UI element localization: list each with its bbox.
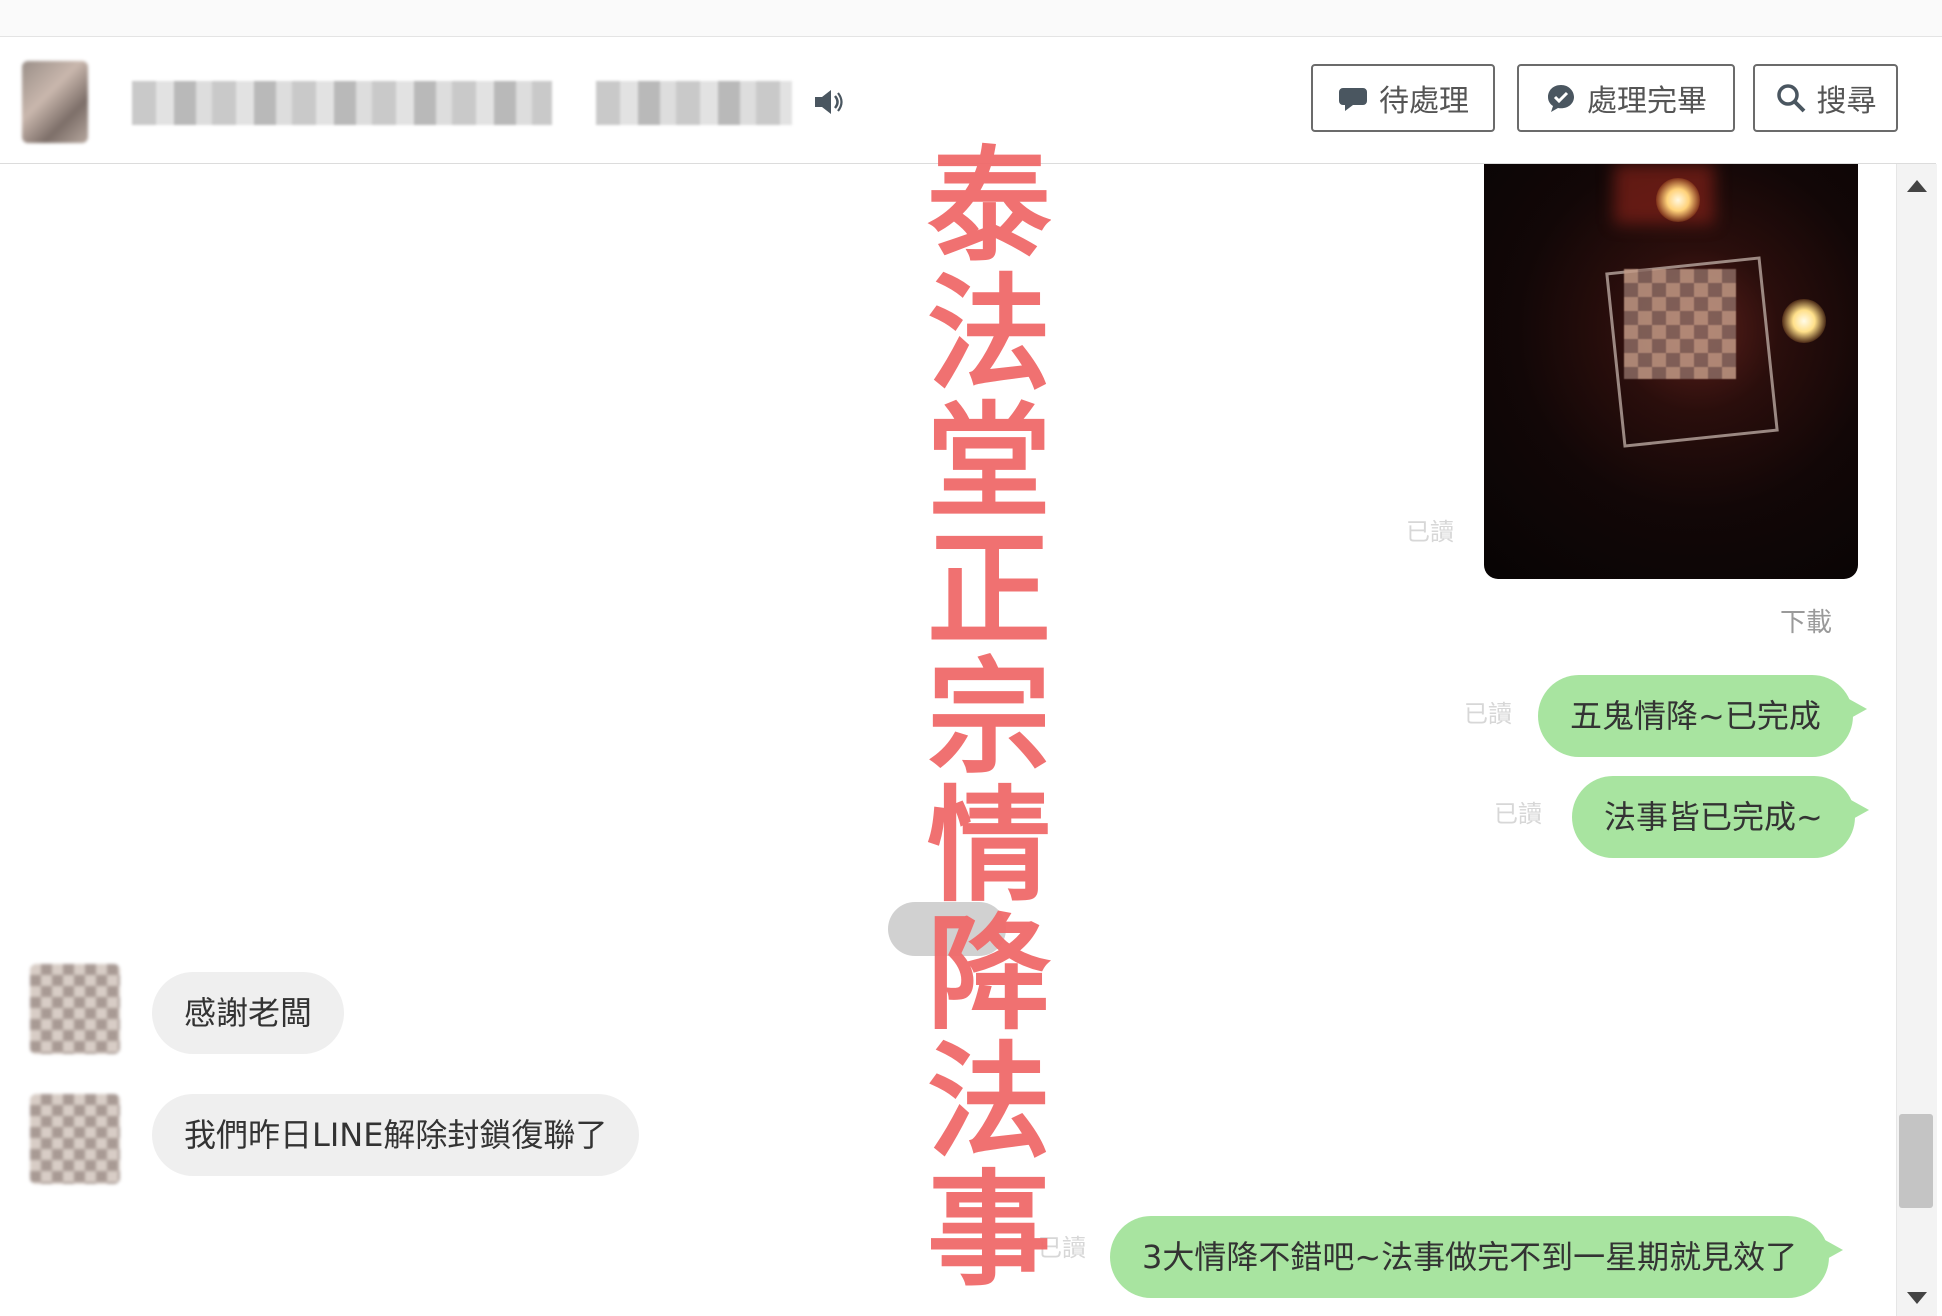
sender-avatar[interactable] (30, 964, 120, 1054)
candle-light (1782, 299, 1826, 343)
search-icon (1776, 84, 1805, 113)
chat-bubble-icon (1339, 88, 1367, 111)
message-bubble-outgoing[interactable]: 法事皆已完成~ (1572, 776, 1869, 858)
pending-button-label: 待處理 (1379, 84, 1469, 119)
message-bubble-outgoing[interactable]: 五鬼情降~已完成 (1538, 675, 1867, 757)
search-button-label: 搜尋 (1816, 84, 1877, 119)
read-receipt: 已讀 (1406, 518, 1454, 546)
speaker-icon[interactable] (812, 85, 846, 119)
message-bubble-incoming[interactable]: 我們昨日LINE解除封鎖復聯了 (152, 1094, 640, 1176)
scroll-up-arrow-icon[interactable] (1907, 180, 1927, 192)
chat-scrollbar[interactable] (1896, 164, 1937, 1316)
scroll-down-arrow-icon[interactable] (1907, 1292, 1927, 1304)
contact-name-blurred (132, 81, 552, 125)
download-link[interactable]: 下載 (1780, 602, 1832, 639)
message-bubble-outgoing[interactable]: 3大情降不錯吧~法事做完不到一星期就見效了 (1110, 1216, 1844, 1298)
pending-button[interactable]: 待處理 (1311, 64, 1495, 132)
pixelated-figure (1624, 269, 1736, 379)
search-button[interactable]: 搜尋 (1753, 64, 1898, 132)
contact-avatar[interactable] (22, 61, 88, 143)
contact-status-blurred (596, 81, 792, 125)
watermark-text: 泰法堂正宗情降法事 (905, 140, 1049, 1292)
sender-avatar[interactable] (30, 1094, 120, 1184)
done-button[interactable]: 處理完畢 (1517, 64, 1735, 132)
candle-light (1656, 178, 1700, 222)
top-strip (0, 0, 1942, 37)
message-bubble-incoming[interactable]: 感謝老闆 (152, 972, 345, 1054)
chat-check-icon (1548, 85, 1574, 112)
read-receipt: 已讀 (1494, 800, 1542, 828)
shared-photo[interactable] (1484, 164, 1858, 579)
read-receipt: 已讀 (1464, 700, 1512, 728)
scroll-thumb[interactable] (1899, 1114, 1933, 1208)
done-button-label: 處理完畢 (1587, 84, 1707, 119)
